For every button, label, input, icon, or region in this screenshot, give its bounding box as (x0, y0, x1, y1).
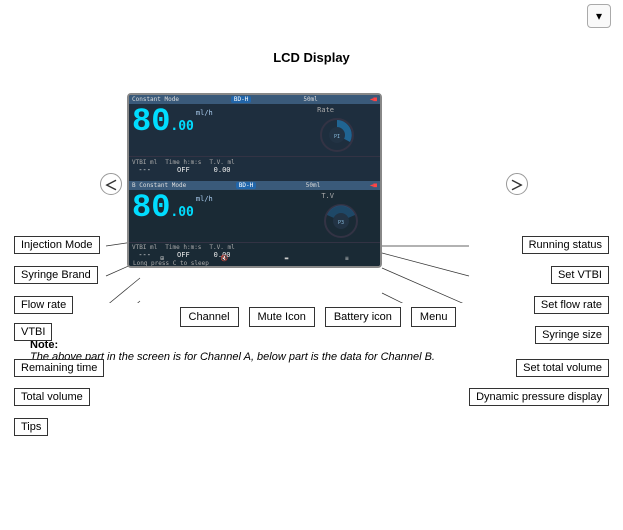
channel-b-number: 80.00ml/h (132, 192, 213, 224)
lcd-bottom-bar: ⊞ 🔇 ▬ ≡ (129, 255, 380, 262)
svg-text:P3: P3 (338, 220, 344, 226)
nav-arrow-right[interactable]: ＞ (506, 173, 528, 195)
bottom-buttons-row: Channel Mute Icon Battery icon Menu (0, 307, 509, 327)
lcd-menu-icon: ≡ (345, 255, 349, 262)
channel-b-mode: B Constant Mode (132, 182, 186, 189)
menu-button[interactable]: Menu (411, 307, 457, 327)
channel-b-status-icon: ◄■ (370, 182, 377, 189)
channel-a-gauge-label: Rate (317, 106, 334, 114)
channel-a-vtbi: VTBI ml --- (132, 159, 157, 174)
label-vtbi: VTBI (14, 323, 52, 341)
lcd-screen: Constant Mode BD-H 50ml ◄■ 80.00ml/h Rat… (127, 93, 382, 268)
mute-icon-button[interactable]: Mute Icon (249, 307, 315, 327)
label-flow-rate: Flow rate (14, 296, 73, 314)
label-syringe-size: Syringe size (535, 326, 609, 344)
battery-icon-button[interactable]: Battery icon (325, 307, 401, 327)
label-running-status: Running status (522, 236, 609, 254)
lcd-channel-a: Constant Mode BD-H 50ml ◄■ 80.00ml/h Rat… (129, 95, 380, 181)
note-label: Note: (30, 339, 623, 351)
label-dynamic-pressure: Dynamic pressure display (469, 388, 609, 406)
channel-b-id: BD-H (236, 182, 256, 189)
channel-a-volume: 50ml (303, 96, 317, 103)
svg-text:PI: PI (334, 134, 340, 140)
channel-a-mode: Constant Mode (132, 96, 179, 103)
chevron-down-icon[interactable]: ▾ (587, 4, 611, 28)
channel-b-gauge-area: T.V P3 (321, 192, 376, 244)
channel-a-sub-row: VTBI ml --- Time h:m:s OFF T.V. ml 0.00 (129, 156, 380, 174)
label-set-vtbi: Set VTBI (551, 266, 609, 284)
label-injection-mode: Injection Mode (14, 236, 100, 254)
label-set-flow-rate: Set flow rate (534, 296, 609, 314)
lcd-channel-b: B Constant Mode BD-H 50ml ◄■ 80.00ml/h T… (129, 181, 380, 267)
channel-a-tv: T.V. ml 0.00 (209, 159, 234, 174)
diagram-area: Constant Mode BD-H 50ml ◄■ 80.00ml/h Rat… (0, 83, 623, 303)
nav-arrow-left[interactable]: ＜ (100, 173, 122, 195)
channel-a-time: Time h:m:s OFF (165, 159, 201, 174)
label-tips: Tips (14, 418, 48, 436)
lcd-channel-icon: ⊞ (160, 255, 164, 262)
channel-a-id: BD-H (231, 96, 251, 103)
page-title: LCD Display (0, 50, 623, 65)
channel-b-gauge-label: T.V (321, 192, 334, 200)
channel-a-status-icon: ◄■ (370, 96, 377, 103)
channel-button[interactable]: Channel (180, 307, 239, 327)
channel-a-number: 80.00ml/h (132, 106, 213, 138)
lcd-battery-icon: ▬ (285, 255, 289, 262)
lcd-mute-icon: 🔇 (221, 255, 228, 262)
label-set-total-volume: Set total volume (516, 359, 609, 377)
label-syringe-brand: Syringe Brand (14, 266, 98, 284)
channel-b-volume: 50ml (306, 182, 320, 189)
label-remaining-time: Remaining time (14, 359, 104, 377)
channel-a-gauge-area: Rate PI (317, 106, 376, 158)
channel-b-gauge-svg: P3 (321, 201, 361, 241)
label-total-volume: Total volume (14, 388, 90, 406)
channel-a-gauge-svg: PI (317, 115, 357, 155)
